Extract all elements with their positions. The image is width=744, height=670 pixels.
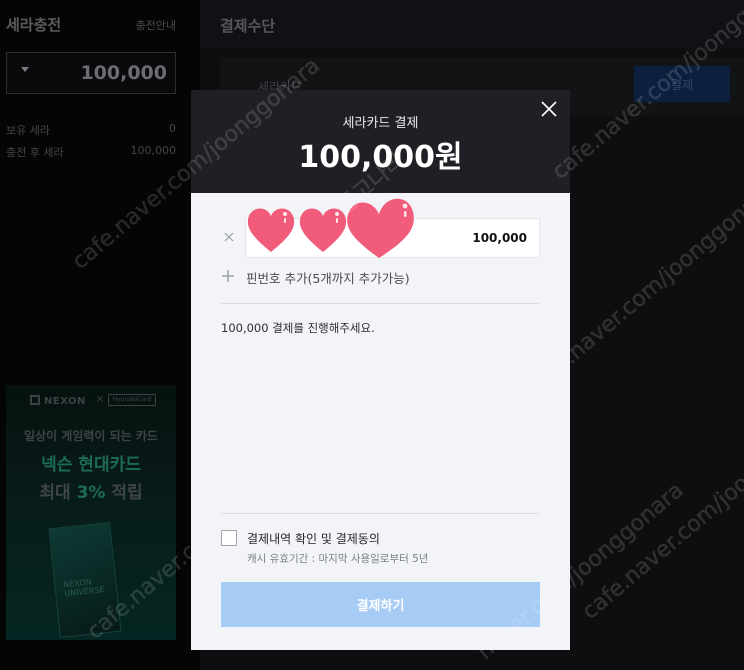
agree-label: 결제내역 확인 및 결제동의 bbox=[247, 532, 380, 546]
ad-separator: × bbox=[96, 394, 105, 405]
after-charge-label: 충전 후 세라 bbox=[6, 146, 64, 159]
charge-guide-link[interactable]: 충전안내 bbox=[136, 17, 176, 33]
after-charge-value: 100,000 bbox=[130, 144, 177, 157]
watermark-text: cafe.naver.com/joonggonara bbox=[578, 403, 744, 624]
payment-agreement: 결제내역 확인 및 결제동의 캐시 유효기간 : 마지막 사용일로부터 5년 bbox=[221, 530, 541, 570]
ad-benefit-pre: 최대 bbox=[39, 483, 77, 503]
modal-amount: 100,000원 bbox=[298, 140, 463, 175]
pin-amount-value: 100,000 bbox=[472, 231, 527, 245]
ad-card-name: 넥슨 현대카드 bbox=[41, 455, 141, 475]
ad-benefit-post: 적립 bbox=[105, 483, 143, 503]
plus-icon bbox=[222, 270, 234, 282]
payment-method-title: 결제수단 bbox=[220, 17, 276, 35]
partner-logo: HyundaiCard bbox=[108, 394, 156, 406]
charge-amount-select[interactable]: 100,000 bbox=[6, 52, 176, 94]
agree-checkbox[interactable] bbox=[221, 530, 237, 546]
credit-card-image: NEXON UNIVERSE bbox=[48, 522, 122, 638]
sera-card-payment-modal: 세라카드 결제 100,000원 100,000 핀번호 추가(5개까지 추가가… bbox=[191, 90, 570, 650]
caret-down-icon bbox=[21, 67, 29, 72]
nexon-card-ad-banner[interactable]: NEXON × HyundaiCard 일상이 게임력이 되는 카드 넥슨 현대… bbox=[6, 385, 176, 640]
close-icon[interactable] bbox=[538, 98, 560, 120]
add-pin-label: 핀번호 추가(5개까지 추가가능) bbox=[246, 271, 410, 286]
owned-sera-label: 보유 세라 bbox=[6, 124, 50, 137]
owned-sera-row: 보유 세라 0 bbox=[6, 122, 176, 138]
divider bbox=[221, 513, 539, 514]
ad-tagline: 일상이 게임력이 되는 카드 bbox=[24, 429, 158, 443]
card-face-text: NEXON UNIVERSE bbox=[62, 577, 105, 599]
charge-header: 세라충전 충전안내 bbox=[6, 14, 176, 36]
nexon-logo-text: NEXON bbox=[44, 396, 86, 407]
payment-notice: 100,000 결제를 진행해주세요. bbox=[221, 321, 375, 335]
charge-amount-value: 100,000 bbox=[80, 62, 167, 84]
charge-panel: 세라충전 충전안내 100,000 보유 세라 0 충전 후 세라 100,00… bbox=[0, 0, 200, 670]
after-charge-row: 충전 후 세라 100,000 bbox=[6, 144, 176, 160]
owned-sera-value: 0 bbox=[169, 122, 176, 135]
payment-method-header: 결제수단 bbox=[200, 0, 744, 48]
divider bbox=[221, 303, 539, 304]
modal-subtitle: 세라카드 결제 bbox=[342, 116, 419, 131]
remove-pin-icon[interactable] bbox=[221, 229, 237, 245]
pay-button[interactable]: 결제하기 bbox=[221, 582, 540, 627]
ad-benefit-highlight: 3% bbox=[76, 483, 106, 503]
cash-validity-note: 캐시 유효기간 : 마지막 사용일로부터 5년 bbox=[247, 553, 429, 565]
ad-benefit: 최대 3% 적립 bbox=[6, 478, 176, 503]
nexon-logo: NEXON bbox=[30, 395, 86, 407]
charge-title: 세라충전 bbox=[6, 16, 62, 34]
nexon-logo-icon bbox=[30, 395, 40, 405]
heart-stickers-icon bbox=[247, 198, 414, 258]
payment-option-button[interactable]: 결제 bbox=[634, 66, 730, 102]
modal-header: 세라카드 결제 100,000원 bbox=[191, 90, 570, 193]
